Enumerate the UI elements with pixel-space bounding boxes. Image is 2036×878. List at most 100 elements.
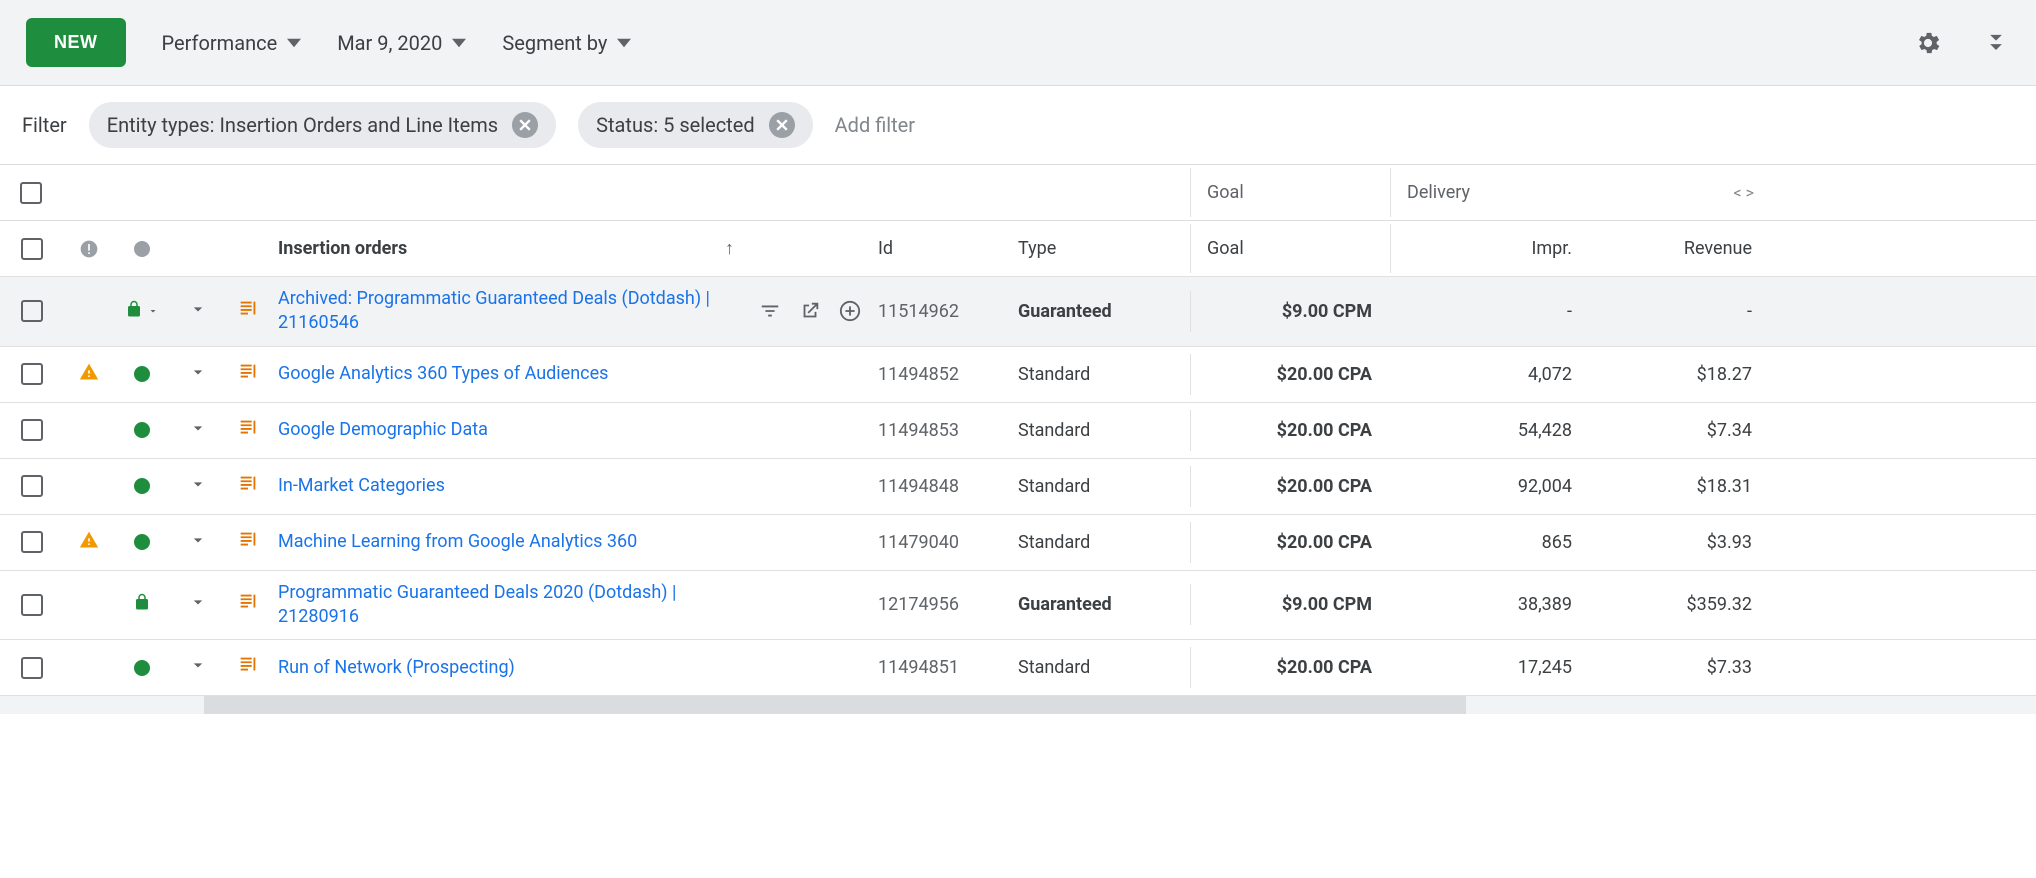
row-impressions: 54,428 <box>1518 420 1572 441</box>
table-row: Programmatic Guaranteed Deals 2020 (Dotd… <box>0 571 2036 641</box>
row-revenue: $18.31 <box>1697 476 1752 497</box>
goal-column-header[interactable]: Goal <box>1190 224 1390 273</box>
insertion-order-icon <box>237 591 259 618</box>
status-column-header <box>114 227 170 271</box>
row-impressions: 92,004 <box>1518 476 1572 497</box>
row-id: 11494852 <box>878 364 959 385</box>
expand-row-button[interactable] <box>188 474 208 499</box>
insertion-order-icon <box>237 298 259 325</box>
table-row: Google Demographic Data11494853Standard$… <box>0 403 2036 459</box>
group-header-row: Goal Delivery < > <box>0 165 2036 221</box>
row-type: Standard <box>1018 364 1090 385</box>
row-type: Standard <box>1018 657 1090 678</box>
segment-label: Segment by <box>502 31 607 55</box>
status-active-icon <box>134 660 150 676</box>
row-checkbox[interactable] <box>21 594 43 616</box>
row-impressions: 865 <box>1542 532 1572 553</box>
gear-icon <box>1914 29 1942 57</box>
row-add-button[interactable] <box>839 300 861 322</box>
expand-button[interactable] <box>1982 29 2010 57</box>
table-row: In-Market Categories11494848Standard$20.… <box>0 459 2036 515</box>
status-lock-dropdown[interactable] <box>125 300 159 323</box>
filter-chip-entity-types[interactable]: Entity types: Insertion Orders and Line … <box>89 102 556 148</box>
status-active-icon <box>134 366 150 382</box>
row-goal: $20.00 CPA <box>1277 476 1372 497</box>
expand-row-button[interactable] <box>188 530 208 555</box>
group-header-delivery-label: Delivery <box>1407 182 1470 203</box>
remove-chip-button[interactable] <box>512 112 538 138</box>
row-revenue: - <box>1747 301 1752 322</box>
insertion-order-icon <box>237 473 259 500</box>
row-id: 11514962 <box>878 301 959 322</box>
expand-row-button[interactable] <box>188 655 208 680</box>
warning-icon <box>79 362 99 387</box>
close-icon <box>519 119 531 131</box>
row-impressions: 38,389 <box>1518 594 1572 615</box>
status-dot-icon <box>134 241 150 257</box>
performance-label: Performance <box>162 31 278 55</box>
caret-down-icon <box>147 305 159 317</box>
expand-row-button[interactable] <box>188 418 208 443</box>
insertion-order-icon <box>237 529 259 556</box>
row-goal: $20.00 CPA <box>1277 532 1372 553</box>
segment-dropdown[interactable]: Segment by <box>502 31 631 55</box>
row-goal: $20.00 CPA <box>1277 420 1372 441</box>
row-type: Guaranteed <box>1018 301 1112 322</box>
row-filter-button[interactable] <box>759 300 781 322</box>
name-column-header[interactable]: Insertion orders ↑ <box>270 224 750 273</box>
insertion-order-link[interactable]: Programmatic Guaranteed Deals 2020 (Dotd… <box>278 582 676 627</box>
horizontal-scroll-icon[interactable]: < > <box>1734 183 1754 202</box>
filter-chip-status[interactable]: Status: 5 selected <box>578 102 813 148</box>
close-icon <box>776 119 788 131</box>
row-goal: $20.00 CPA <box>1277 364 1372 385</box>
row-checkbox[interactable] <box>21 657 43 679</box>
insertion-order-link[interactable]: Google Demographic Data <box>278 419 488 440</box>
group-header-goal: Goal <box>1190 168 1390 217</box>
row-impressions: 4,072 <box>1528 364 1572 385</box>
row-open-button[interactable] <box>799 300 821 322</box>
name-column-label: Insertion orders <box>278 238 407 259</box>
insertion-order-link[interactable]: Machine Learning from Google Analytics 3… <box>278 531 637 552</box>
insertion-order-link[interactable]: Run of Network (Prospecting) <box>278 657 515 678</box>
settings-button[interactable] <box>1914 29 1942 57</box>
insertion-order-link[interactable]: Google Analytics 360 Types of Audiences <box>278 363 608 384</box>
row-checkbox[interactable] <box>21 531 43 553</box>
add-filter-button[interactable]: Add filter <box>835 113 915 137</box>
insertion-order-icon <box>237 654 259 681</box>
status-active-icon <box>134 534 150 550</box>
filter-label: Filter <box>22 113 67 137</box>
status-active-icon <box>134 422 150 438</box>
id-column-header[interactable]: Id <box>870 224 1010 273</box>
alert-icon <box>79 239 99 259</box>
select-all-checkbox[interactable] <box>21 238 43 260</box>
expand-row-button[interactable] <box>188 299 208 324</box>
row-id: 11479040 <box>878 532 959 553</box>
row-checkbox[interactable] <box>21 419 43 441</box>
select-all-checkbox[interactable] <box>20 182 42 204</box>
insertion-order-link[interactable]: In-Market Categories <box>278 475 445 496</box>
horizontal-scrollbar[interactable] <box>0 696 2036 714</box>
expand-row-button[interactable] <box>188 592 208 617</box>
row-revenue: $3.93 <box>1707 532 1752 553</box>
revenue-column-header[interactable]: Revenue <box>1590 224 1770 273</box>
impr-column-header[interactable]: Impr. <box>1390 224 1590 273</box>
insertion-order-icon <box>237 361 259 388</box>
insertion-order-link[interactable]: Archived: Programmatic Guaranteed Deals … <box>278 288 710 333</box>
row-checkbox[interactable] <box>21 363 43 385</box>
row-revenue: $7.34 <box>1707 420 1752 441</box>
new-button[interactable]: NEW <box>26 18 126 67</box>
type-column-header[interactable]: Type <box>1010 224 1190 273</box>
remove-chip-button[interactable] <box>769 112 795 138</box>
date-label: Mar 9, 2020 <box>337 31 442 55</box>
row-checkbox[interactable] <box>21 475 43 497</box>
expand-row-button[interactable] <box>188 362 208 387</box>
performance-dropdown[interactable]: Performance <box>162 31 302 55</box>
table-row: Run of Network (Prospecting)11494851Stan… <box>0 640 2036 696</box>
date-dropdown[interactable]: Mar 9, 2020 <box>337 31 466 55</box>
data-table: Goal Delivery < > Insertion orders ↑ Id … <box>0 165 2036 714</box>
row-type: Standard <box>1018 532 1090 553</box>
column-header-row: Insertion orders ↑ Id Type Goal Impr. Re… <box>0 221 2036 277</box>
double-chevron-down-icon <box>1982 29 2010 57</box>
row-checkbox[interactable] <box>21 300 43 322</box>
insertion-order-icon <box>237 417 259 444</box>
